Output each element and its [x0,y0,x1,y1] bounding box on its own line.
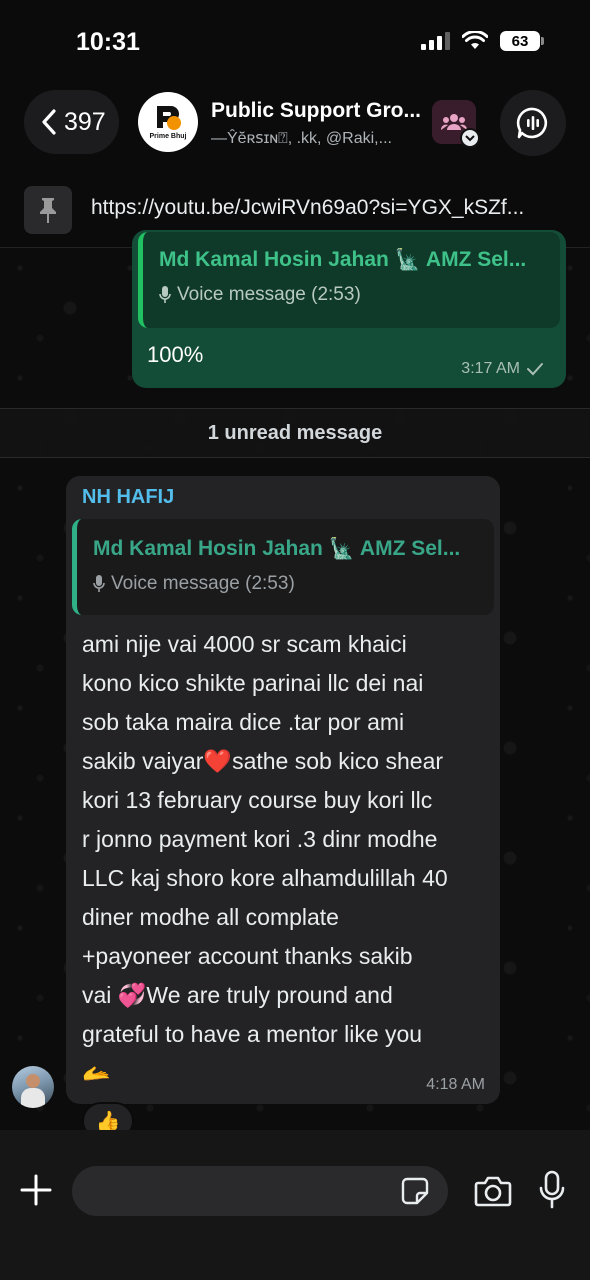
plus-icon[interactable] [18,1172,54,1208]
message-line: r jonno payment kori .3 dinr modhe [82,826,438,852]
message-text: 100% [147,342,204,367]
avatar-label: Prime Bhuj [149,133,187,140]
message-text: ami nije vai 4000 sr scam khaici kono ki… [82,625,492,1093]
back-button[interactable]: 397 [24,90,119,154]
quoted-message[interactable]: Md Kamal Hosin Jahan 🗽 AMZ Sel... Voice … [72,519,494,615]
brand-logo-icon [157,106,181,130]
quote-voice-label: Voice message (2:53) [111,573,295,594]
signal-icon [421,32,450,50]
message-input[interactable] [72,1166,448,1216]
mic-icon[interactable] [538,1170,566,1210]
community-button[interactable] [432,100,480,148]
message-line: grateful to have a mentor like you [82,1021,423,1047]
quote-voice-info: Voice message (2:53) [159,284,560,306]
chevron-left-icon [42,109,56,135]
message-line: vai 💞We are truly pround and [82,982,393,1008]
pinned-link[interactable]: https://youtu.be/JcwiRVn69a0?si=YGX_kSZf… [91,196,571,220]
message-line: kori 13 february course buy kori llc [82,787,433,813]
unread-chats-count: 397 [64,107,106,136]
mic-small-icon [93,575,105,592]
group-avatar[interactable]: Prime Bhuj [138,92,198,152]
chevron-down-icon [460,128,480,148]
camera-icon[interactable] [474,1174,512,1208]
message-line: +payoneer account thanks sakib [82,943,413,969]
message-line: sob taka maira dice .tar por ami [82,709,405,735]
mic-small-icon [159,286,171,303]
sender-name[interactable]: NH HAFIJ [82,486,174,509]
message-meta: 3:17 AM [461,360,544,378]
group-title[interactable]: Public Support Gro... [211,99,426,123]
group-call-icon [516,107,548,139]
message-time: 3:17 AM [461,360,520,377]
message-line: LLC kaj shoro kore alhamdulillah 40 [82,865,448,891]
pin-icon [40,198,56,223]
sticker-icon[interactable] [400,1176,430,1206]
pin-thumbnail [24,186,72,234]
message-line: diner modhe all complate [82,904,339,930]
quote-author: Md Kamal Hosin Jahan 🗽 AMZ Sel... [93,537,461,560]
quote-author: Md Kamal Hosin Jahan 🗽 AMZ Sel... [159,248,527,271]
quote-voice-label: Voice message (2:53) [177,284,361,305]
quoted-message[interactable]: Md Kamal Hosin Jahan 🗽 AMZ Sel... Voice … [138,232,560,328]
unread-divider: 1 unread message [0,408,590,458]
message-line: sakib vaiyar❤️sathe sob kico shear [82,748,444,774]
check-icon [527,363,543,376]
status-icons: 63 [421,31,544,51]
message-line: kono kico shikte parinai llc dei nai [82,670,424,696]
status-time: 10:31 [76,28,140,56]
wifi-icon [462,31,488,49]
quote-voice-info: Voice message (2:53) [93,573,494,595]
sender-avatar[interactable] [12,1066,54,1108]
message-line: ami nije vai 4000 sr scam khaici [82,631,407,657]
message-time: 4:18 AM [426,1076,485,1093]
battery-indicator: 63 [500,31,544,51]
group-call-button[interactable] [500,90,566,156]
group-members-preview: —Ŷĕʀꜱɪɴ⍰, .kk, @Raki,... [211,130,392,147]
